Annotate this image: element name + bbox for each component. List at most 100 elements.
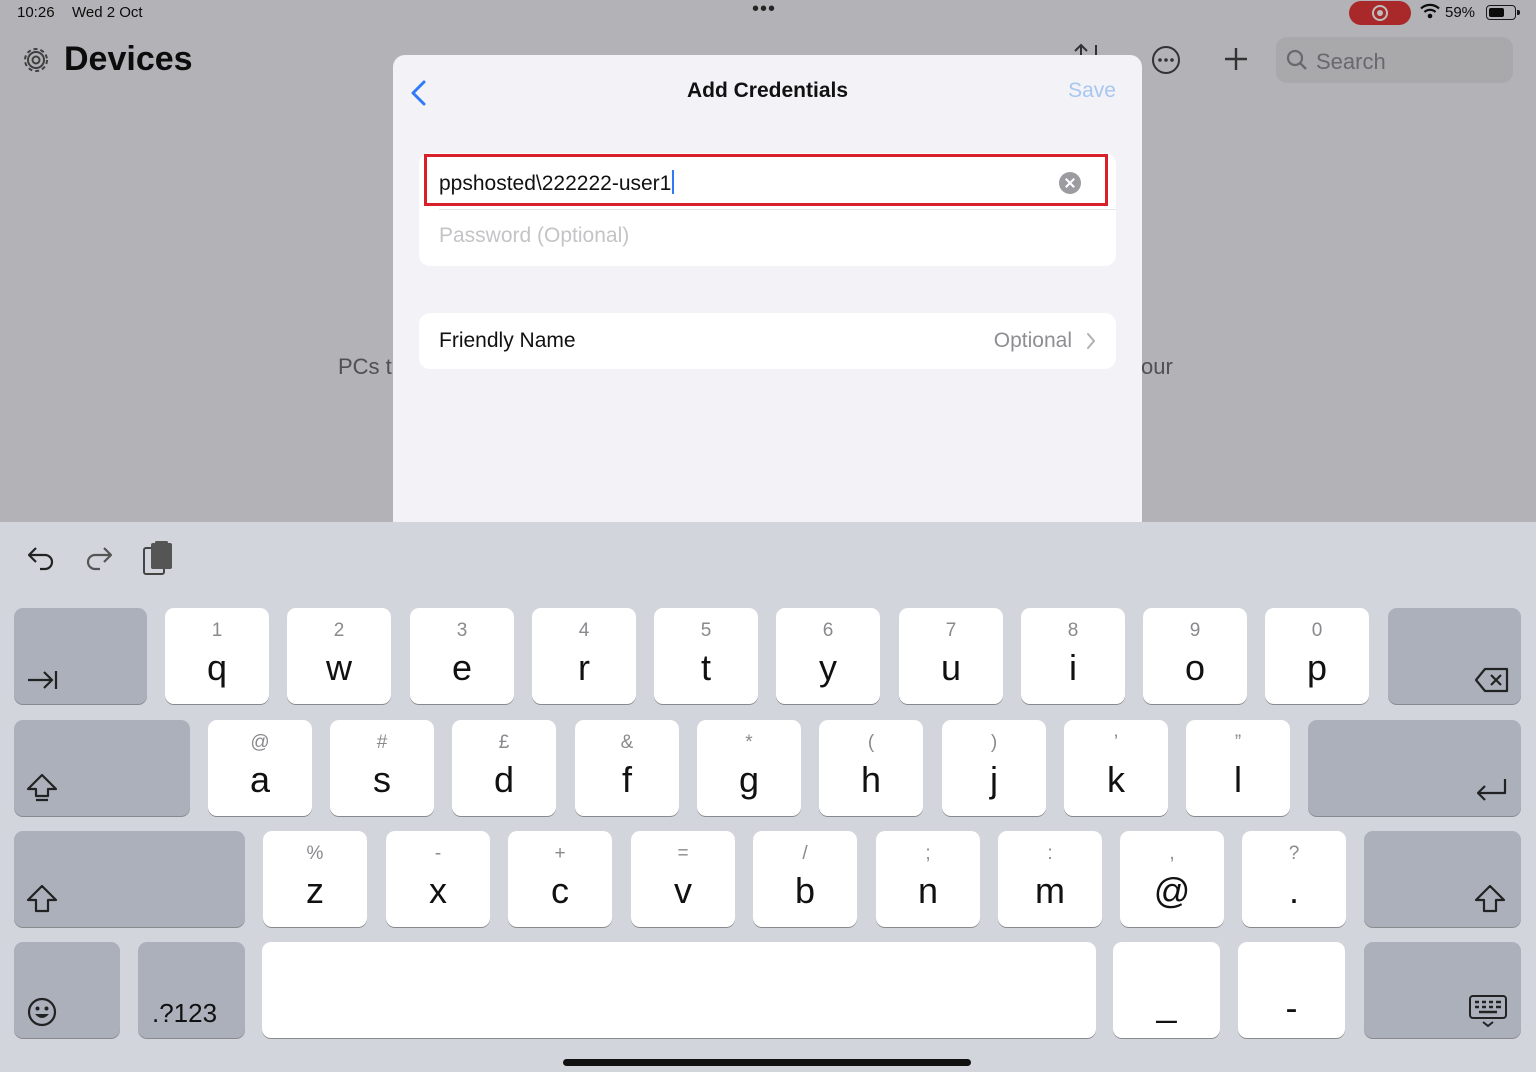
friendly-name-label: Friendly Name	[439, 329, 576, 352]
friendly-name-value: Optional	[993, 329, 1072, 352]
hyphen-key[interactable]: -	[1238, 942, 1345, 1038]
key-primary-label: l	[1234, 759, 1242, 800]
key-secondary-label: /	[802, 843, 808, 864]
key-primary-label: c	[551, 870, 569, 911]
key-secondary-label: 7	[945, 620, 957, 641]
hide-keyboard-key[interactable]	[1364, 942, 1521, 1038]
key-secondary-label: £	[498, 732, 510, 753]
key-secondary-label: ;	[925, 843, 931, 864]
key-primary-label: a	[249, 759, 271, 800]
divider	[439, 209, 1116, 210]
key-z[interactable]: % z	[263, 831, 367, 927]
key-primary-label: r	[578, 647, 590, 688]
key-o[interactable]: 9o	[1143, 608, 1247, 704]
emoji-key[interactable]	[14, 942, 120, 1038]
key-j[interactable]: ) j	[942, 720, 1046, 816]
key-secondary-label: -	[434, 843, 442, 864]
key-at[interactable]: , @	[1120, 831, 1224, 927]
key-primary-label: t	[700, 647, 711, 688]
key-secondary-label: ?	[1288, 843, 1300, 864]
key-b[interactable]: / b	[753, 831, 857, 927]
underscore-key-label: _	[1156, 983, 1177, 1024]
shift-key[interactable]	[14, 831, 245, 927]
key-f[interactable]: & f	[575, 720, 679, 816]
key-n[interactable]: ; n	[876, 831, 980, 927]
key-m[interactable]: :m	[998, 831, 1102, 927]
shift-key-left[interactable]	[14, 720, 190, 816]
credentials-group: ppshosted\222222-user1 Password (Optiona…	[419, 153, 1116, 266]
key-q[interactable]: 1q	[165, 608, 269, 704]
key-x[interactable]: -x	[386, 831, 490, 927]
paste-icon[interactable]	[142, 540, 174, 576]
chevron-right-icon	[1087, 333, 1096, 349]
undo-icon[interactable]	[26, 544, 56, 572]
key-period[interactable]: ?.	[1242, 831, 1346, 927]
clear-icon[interactable]	[1059, 172, 1081, 194]
shift-icon	[1474, 884, 1506, 913]
key-r[interactable]: 4r	[532, 608, 636, 704]
key-secondary-label: ’	[1113, 732, 1119, 753]
key-e[interactable]: 3e	[410, 608, 514, 704]
key-h[interactable]: (h	[819, 720, 923, 816]
key-secondary-label: (	[867, 732, 875, 753]
key-secondary-label: %	[306, 843, 324, 864]
underscore-key[interactable]: _	[1113, 942, 1220, 1038]
username-field[interactable]: ppshosted\222222-user1	[424, 154, 1108, 206]
key-secondary-label: @	[250, 732, 270, 753]
space-key[interactable]	[262, 942, 1096, 1038]
key-primary-label: x	[429, 870, 447, 911]
key-secondary-label: 1	[211, 620, 223, 641]
key-l[interactable]: ” l	[1186, 720, 1290, 816]
key-y[interactable]: 6y	[776, 608, 880, 704]
shift-key-right[interactable]	[1364, 831, 1521, 927]
key-primary-label: q	[206, 647, 228, 688]
key-primary-label: @	[1153, 870, 1191, 911]
key-secondary-label: 9	[1189, 620, 1201, 641]
key-primary-label: v	[674, 870, 692, 911]
key-c[interactable]: + c	[508, 831, 612, 927]
key-secondary-label: ”	[1234, 732, 1242, 753]
key-u[interactable]: 7u	[899, 608, 1003, 704]
key-primary-label: m	[1035, 870, 1065, 911]
key-i[interactable]: 8i	[1021, 608, 1125, 704]
key-secondary-label: 6	[822, 620, 834, 641]
key-w[interactable]: 2w	[287, 608, 391, 704]
key-secondary-label: =	[677, 843, 689, 864]
key-primary-label: i	[1069, 647, 1077, 688]
key-primary-label: s	[373, 759, 391, 800]
key-primary-label: z	[306, 870, 324, 911]
key-t[interactable]: 5t	[654, 608, 758, 704]
delete-key[interactable]	[1388, 608, 1521, 704]
key-primary-label: j	[990, 759, 998, 800]
key-primary-label: o	[1184, 647, 1206, 688]
key-secondary-label: 0	[1311, 620, 1323, 641]
numbers-key-label: .?123	[152, 998, 218, 1028]
tab-icon	[28, 671, 58, 689]
return-icon	[1476, 779, 1507, 801]
key-a[interactable]: @ a	[208, 720, 312, 816]
return-key[interactable]	[1308, 720, 1521, 816]
password-field[interactable]: Password (Optional)	[439, 224, 629, 248]
tab-key[interactable]	[14, 608, 147, 704]
key-primary-label: g	[738, 759, 760, 800]
key-d[interactable]: £ d	[452, 720, 556, 816]
sheet-title: Add Credentials	[686, 79, 849, 102]
key-v[interactable]: = v	[631, 831, 735, 927]
add-credentials-sheet: Add Credentials Save ppshosted\222222-us…	[393, 55, 1142, 522]
key-primary-label: d	[493, 759, 515, 800]
redo-icon[interactable]	[84, 544, 114, 572]
save-button[interactable]: Save	[1068, 79, 1116, 103]
friendly-name-row[interactable]: Friendly Name Optional	[419, 313, 1116, 369]
key-s[interactable]: # s	[330, 720, 434, 816]
key-k[interactable]: ’ k	[1064, 720, 1168, 816]
key-secondary-label: :	[1047, 843, 1053, 864]
key-secondary-label: )	[990, 732, 998, 753]
home-indicator[interactable]	[563, 1059, 971, 1066]
key-p[interactable]: 0p	[1265, 608, 1369, 704]
delete-icon	[1474, 667, 1509, 693]
key-g[interactable]: * g	[697, 720, 801, 816]
key-secondary-label: 4	[578, 620, 590, 641]
numbers-key[interactable]: .?123	[138, 942, 245, 1038]
key-primary-label: .	[1288, 870, 1299, 911]
key-primary-label: k	[1107, 759, 1125, 800]
